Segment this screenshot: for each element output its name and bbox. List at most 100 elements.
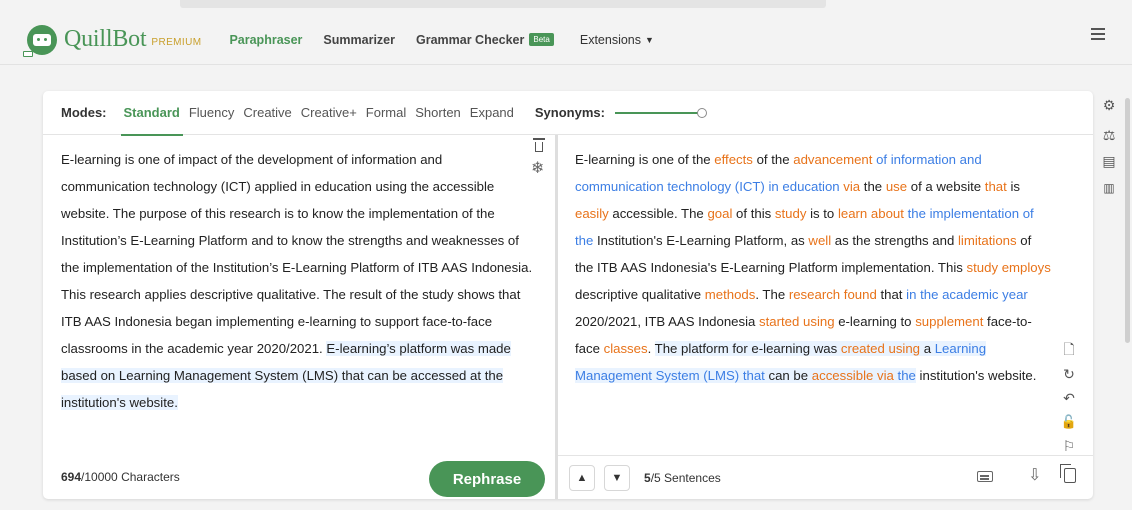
trash-icon[interactable]	[533, 138, 545, 153]
sentence-total: /5 Sentences	[650, 470, 721, 485]
output-text-segment[interactable]: e-learning to	[835, 314, 916, 329]
nav-summarizer[interactable]: Summarizer	[323, 33, 395, 47]
output-text-segment[interactable]: .	[648, 341, 655, 356]
navbar-divider	[0, 64, 1132, 65]
mode-standard[interactable]: Standard	[120, 91, 184, 136]
chevron-down-icon: ▼	[611, 471, 623, 484]
nav-paraphraser[interactable]: Paraphraser	[229, 33, 302, 47]
modes-label: Modes:	[61, 105, 107, 120]
copy-icon[interactable]	[1060, 464, 1076, 483]
output-text-segment[interactable]: accessible. The	[609, 206, 708, 221]
mode-shorten[interactable]: Shorten	[415, 91, 461, 135]
output-text-segment[interactable]: easily	[575, 206, 609, 221]
output-text-segment[interactable]: that	[877, 287, 906, 302]
output-text-segment[interactable]: methods	[705, 287, 756, 302]
output-text-segment[interactable]: . The	[755, 287, 788, 302]
output-text-segment[interactable]: institution's website.	[916, 368, 1037, 383]
input-text-segment: E-learning is one of impact of the devel…	[61, 152, 533, 356]
character-count: 694/10000 Characters	[61, 470, 180, 484]
nav-extensions[interactable]: Extensions ▼	[580, 33, 654, 47]
output-text-segment[interactable]: as the strengths and	[831, 233, 958, 248]
synonyms-slider-knob[interactable]	[696, 107, 707, 118]
output-text-segment[interactable]: the	[897, 368, 916, 383]
mode-creative-plus[interactable]: Creative+	[301, 91, 357, 135]
nav-grammar-checker[interactable]: Grammar Checker Beta	[416, 33, 554, 47]
lock-icon[interactable]: 🔓	[1060, 413, 1078, 431]
output-text-area[interactable]: E-learning is one of the effects of the …	[575, 146, 1053, 389]
output-text-segment[interactable]: 2020/2021, ITB AAS Indonesia	[575, 314, 759, 329]
output-text-segment[interactable]: study	[775, 206, 807, 221]
quillbot-logo-icon	[23, 24, 57, 57]
top-navbar: QuillBot PREMIUM Paraphraser Summarizer …	[0, 15, 1132, 64]
output-text-segment[interactable]: limitations	[958, 233, 1017, 248]
sentence-count: 5/5 Sentences	[644, 471, 721, 485]
freeze-icon[interactable]: ❄	[531, 161, 544, 177]
output-text-segment[interactable]: goal	[707, 206, 732, 221]
mode-formal[interactable]: Formal	[366, 91, 406, 135]
synonyms-slider-track	[614, 111, 701, 114]
top-browser-strip	[180, 0, 826, 8]
output-text-segment[interactable]: The platform for e-learning was	[654, 341, 841, 356]
previous-sentence-button[interactable]: ▲	[569, 464, 595, 491]
hamburger-menu-icon[interactable]	[1091, 28, 1105, 40]
next-sentence-button[interactable]: ▼	[604, 464, 630, 491]
output-text-segment[interactable]: started using	[759, 314, 835, 329]
nav-grammar-checker-label: Grammar Checker	[415, 32, 525, 47]
keyboard-icon[interactable]	[977, 471, 993, 482]
output-text-segment[interactable]: of this	[732, 206, 775, 221]
output-text-segment[interactable]: the	[860, 179, 886, 194]
output-text-segment[interactable]: research found	[789, 287, 877, 302]
paraphraser-card: Modes: Standard Fluency Creative Creativ…	[43, 91, 1093, 499]
undo-icon[interactable]: ↶	[1060, 389, 1078, 407]
output-text-segment[interactable]	[893, 368, 898, 383]
document-icon[interactable]: 🗋	[1060, 340, 1078, 358]
output-text-segment[interactable]: learn about	[838, 206, 904, 221]
output-text-segment[interactable]: created using	[840, 341, 921, 356]
mode-fluency[interactable]: Fluency	[189, 91, 235, 135]
output-text-segment[interactable]: study employs	[967, 260, 1051, 275]
output-footer: ▲ ▼ 5/5 Sentences ⇩	[558, 455, 1093, 499]
output-text-segment[interactable]: use	[886, 179, 907, 194]
pane-divider[interactable]	[555, 135, 558, 499]
output-text-segment[interactable]: classes	[604, 341, 648, 356]
character-limit: /10000 Characters	[81, 470, 180, 484]
sentence-current: 5	[644, 470, 651, 485]
comment-icon[interactable]: ▤	[1100, 152, 1118, 170]
stats-icon[interactable]: ▥	[1100, 179, 1118, 197]
output-text-segment[interactable]: can be	[764, 368, 812, 383]
gear-icon[interactable]: ⚙	[1100, 96, 1118, 114]
output-text-segment[interactable]: E-learning is one of the	[575, 152, 714, 167]
rephrase-button[interactable]: Rephrase	[429, 461, 545, 497]
beta-badge: Beta	[529, 33, 554, 46]
output-text-segment[interactable]: Institution's E-Learning Platform, as	[597, 233, 808, 248]
chevron-up-icon: ▲	[576, 471, 588, 484]
input-text-area[interactable]: E-learning is one of impact of the devel…	[61, 146, 533, 416]
flag-icon[interactable]: ⚐	[1060, 437, 1078, 455]
output-text-segment[interactable]: of the	[753, 152, 793, 167]
brand-name: QuillBot	[64, 26, 147, 52]
compare-icon[interactable]: ⚖	[1100, 126, 1118, 144]
output-text-segment[interactable]: that	[985, 179, 1007, 194]
output-text-segment[interactable]: effects	[714, 152, 753, 167]
output-text-segment[interactable]: accessible	[811, 368, 874, 383]
output-text-segment[interactable]: is	[1007, 179, 1020, 194]
synonyms-slider[interactable]	[614, 107, 707, 118]
quillbot-logo[interactable]: QuillBot PREMIUM	[23, 24, 201, 57]
output-text-segment[interactable]: advancement	[793, 152, 872, 167]
output-text-segment[interactable]: descriptive qualitative	[575, 287, 705, 302]
output-text-segment[interactable]: of a website	[907, 179, 985, 194]
input-footer: 694/10000 Characters Rephrase	[43, 455, 555, 499]
character-count-value: 694	[61, 470, 82, 484]
download-icon[interactable]: ⇩	[1028, 465, 1041, 485]
output-text-segment[interactable]: supplement	[915, 314, 983, 329]
output-text-segment[interactable]: is to	[806, 206, 838, 221]
page-scrollbar[interactable]	[1125, 98, 1130, 343]
output-text-segment[interactable]: a	[920, 341, 935, 356]
mode-creative[interactable]: Creative	[243, 91, 291, 135]
output-text-segment[interactable]: in the academic year	[906, 287, 1028, 302]
mode-expand[interactable]: Expand	[470, 91, 514, 135]
output-text-segment[interactable]: well	[808, 233, 831, 248]
output-text-segment[interactable]: via	[843, 179, 860, 194]
output-text-segment[interactable]: via	[877, 368, 894, 383]
refresh-icon[interactable]: ↻	[1060, 365, 1078, 383]
